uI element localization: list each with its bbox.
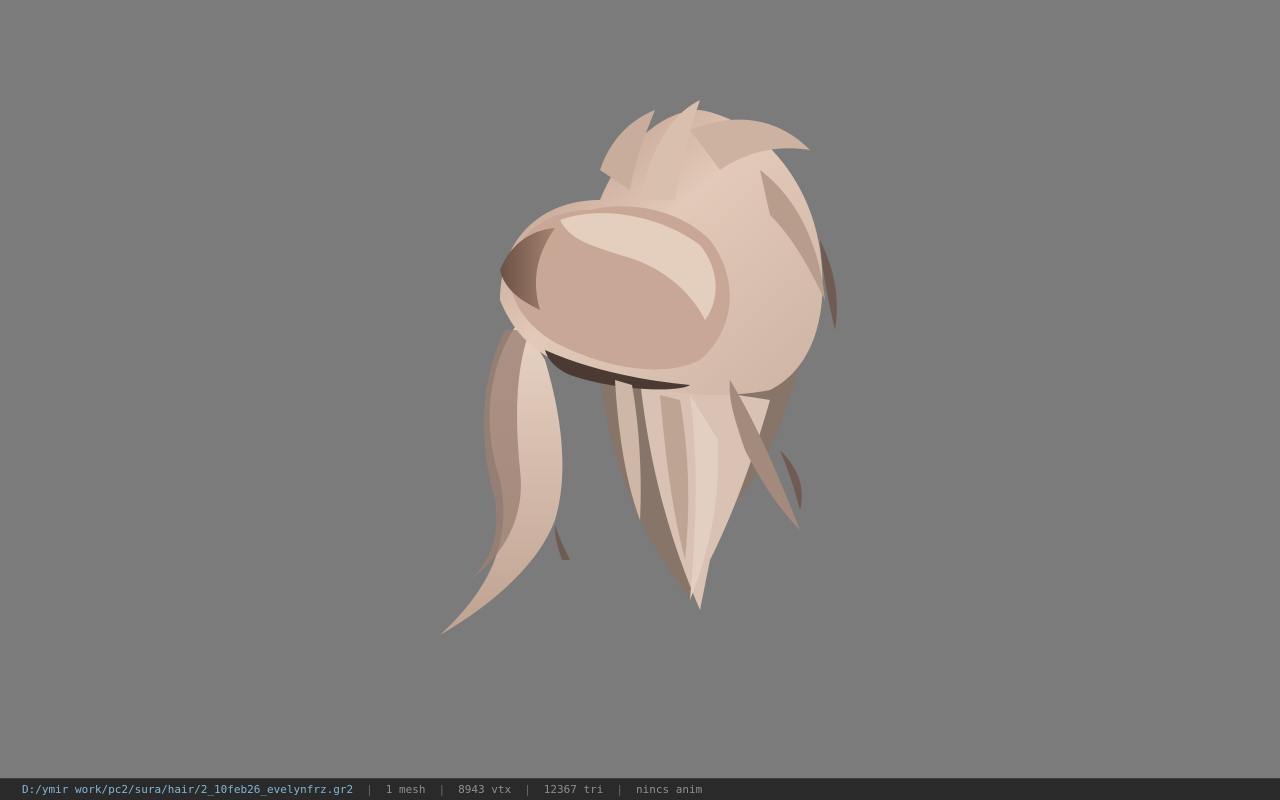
separator: |: [616, 783, 623, 796]
hair-model: [440, 100, 837, 635]
3d-viewport[interactable]: [0, 0, 1280, 778]
separator: |: [524, 783, 531, 796]
triangle-count: 12367 tri: [543, 783, 604, 796]
mesh-count: 1 mesh: [385, 783, 426, 796]
separator: |: [438, 783, 446, 796]
separator: |: [366, 783, 373, 796]
file-path: D:/ymir work/pc2/sura/hair/2_10feb26_eve…: [22, 783, 354, 796]
vertex-count: 8943 vtx: [458, 783, 512, 796]
status-bar: D:/ymir work/pc2/sura/hair/2_10feb26_eve…: [0, 778, 1280, 800]
animation-status: nincs anim: [635, 783, 703, 796]
